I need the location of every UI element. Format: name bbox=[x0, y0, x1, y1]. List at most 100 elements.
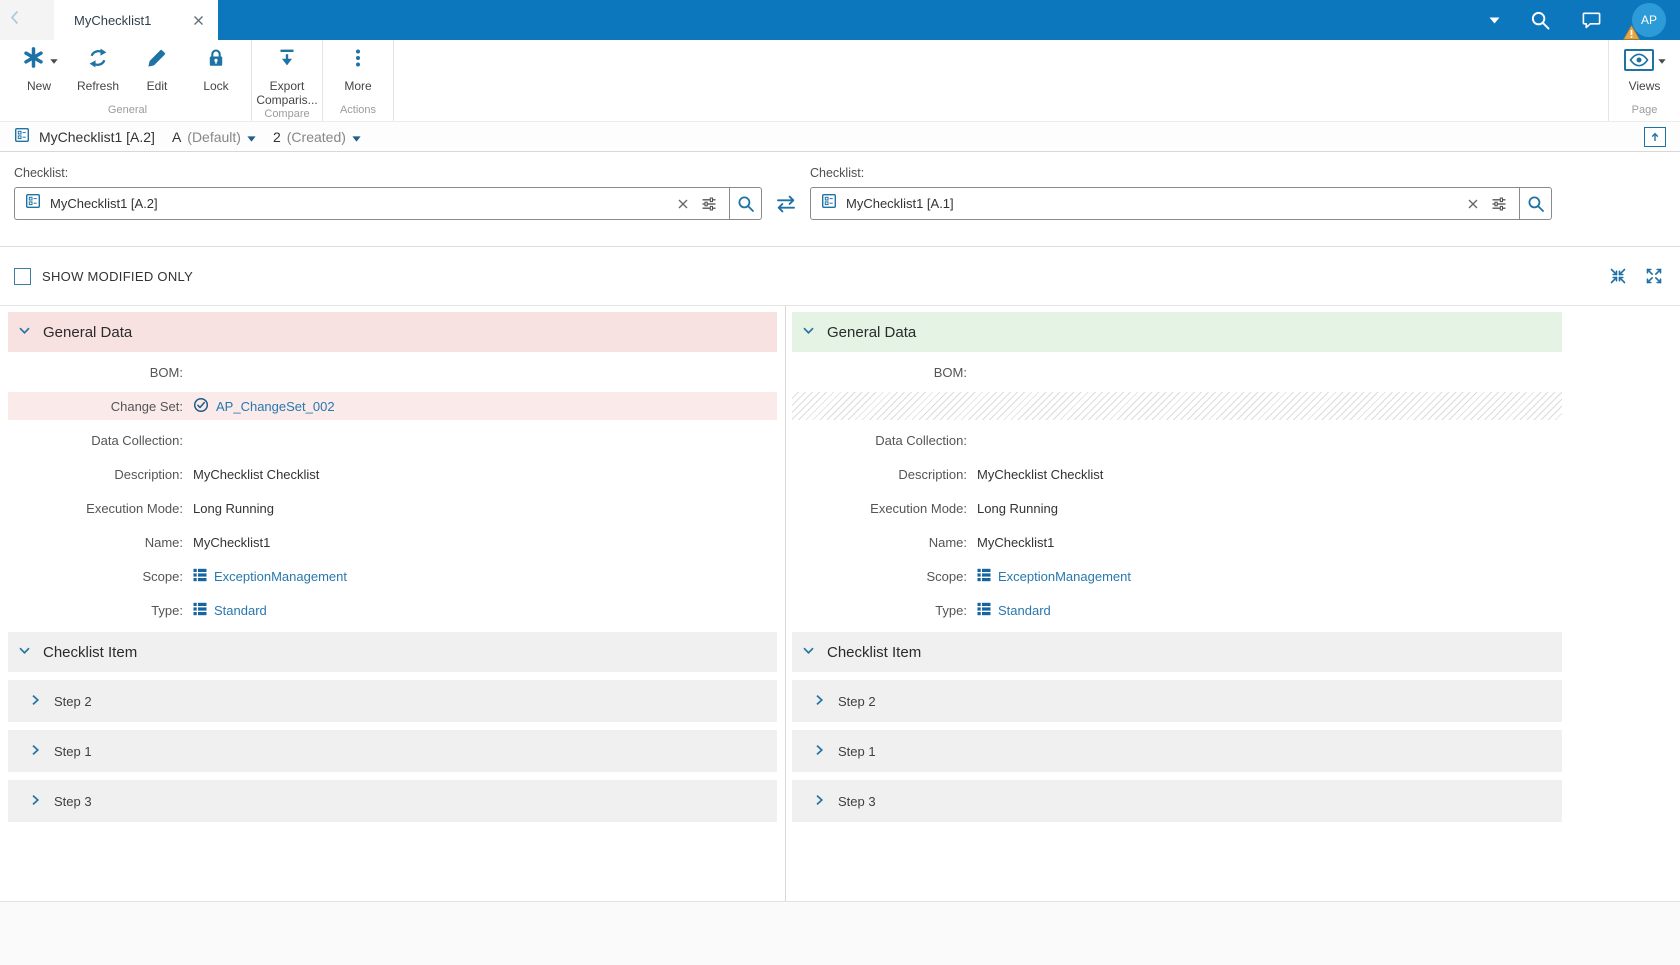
field-label: Type: bbox=[935, 602, 967, 618]
scope-link[interactable]: ExceptionManagement bbox=[998, 569, 1131, 584]
field-row-change-set: Change Set: AP_ChangeSet_002 bbox=[8, 392, 777, 420]
lock-button[interactable]: Lock bbox=[187, 47, 245, 94]
step-row[interactable]: Step 1 bbox=[792, 730, 1562, 772]
toolbar: New Refresh Edit Lock General Export Com… bbox=[0, 40, 1680, 122]
filter-sliders-icon[interactable] bbox=[699, 194, 719, 214]
section-header-checklist-item[interactable]: Checklist Item bbox=[792, 632, 1562, 672]
field-value: MyChecklist1 bbox=[977, 534, 1055, 550]
lock-icon bbox=[204, 46, 228, 75]
field-label: Name: bbox=[928, 534, 967, 550]
list-icon bbox=[193, 602, 207, 619]
chevron-down-icon bbox=[247, 129, 256, 145]
chevron-down-icon[interactable] bbox=[1489, 17, 1500, 24]
scope-link[interactable]: ExceptionManagement bbox=[214, 569, 347, 584]
version-selector[interactable]: 2 (Created) bbox=[273, 129, 361, 145]
step-row[interactable]: Step 3 bbox=[8, 780, 777, 822]
right-search-button[interactable] bbox=[1519, 187, 1552, 220]
clear-icon[interactable] bbox=[676, 197, 690, 211]
field-value: MyChecklist Checklist bbox=[977, 466, 1104, 482]
export-comparison-button[interactable]: Export Comparis... bbox=[256, 46, 318, 108]
right-checklist-label: Checklist: bbox=[810, 166, 865, 180]
step-row[interactable]: Step 1 bbox=[8, 730, 777, 772]
list-icon bbox=[977, 568, 991, 585]
field-label: Execution Mode: bbox=[86, 500, 183, 516]
field-label: Execution Mode: bbox=[870, 500, 967, 516]
field-row-type: Type: Standard bbox=[792, 596, 1562, 624]
history-back-button[interactable] bbox=[0, 0, 54, 40]
step-row[interactable]: Step 3 bbox=[792, 780, 1562, 822]
checklist-icon bbox=[25, 193, 41, 214]
top-bar-fill bbox=[218, 0, 1489, 40]
views-button[interactable]: Views bbox=[1616, 47, 1674, 94]
chevron-left-icon bbox=[10, 10, 19, 30]
field-label: Description: bbox=[898, 466, 967, 482]
field-row-scope: Scope: ExceptionManagement bbox=[8, 562, 777, 590]
checklist-icon bbox=[821, 193, 837, 214]
section-header-general-data[interactable]: General Data bbox=[792, 312, 1562, 352]
left-checklist-input[interactable]: MyChecklist1 [A.2] bbox=[14, 187, 730, 220]
right-comparison-panel: General Data BOM: Data Collection: Descr… bbox=[786, 306, 1680, 901]
field-label: Scope: bbox=[142, 568, 183, 584]
pencil-icon bbox=[145, 46, 169, 75]
section-header-checklist-item[interactable]: Checklist Item bbox=[8, 632, 777, 672]
section-header-general-data[interactable]: General Data bbox=[8, 312, 777, 352]
refresh-button[interactable]: Refresh bbox=[69, 47, 127, 94]
left-comparison-panel: General Data BOM: Change Set: AP_ChangeS… bbox=[0, 306, 786, 901]
right-checklist-input[interactable]: MyChecklist1 [A.1] bbox=[810, 187, 1520, 220]
released-check-icon bbox=[193, 397, 209, 416]
filter-row: SHOW MODIFIED ONLY bbox=[0, 247, 1680, 306]
avatar-initials: AP bbox=[1640, 13, 1657, 27]
toolbar-group-label-actions: Actions bbox=[339, 104, 377, 116]
collapse-header-button[interactable] bbox=[1644, 126, 1666, 147]
tab-close-icon[interactable] bbox=[189, 11, 208, 30]
filter-sliders-icon[interactable] bbox=[1489, 194, 1509, 214]
field-row-name: Name: MyChecklist1 bbox=[792, 528, 1562, 556]
chevron-right-icon bbox=[812, 793, 826, 810]
change-set-link[interactable]: AP_ChangeSet_002 bbox=[216, 399, 335, 414]
field-row-data-collection: Data Collection: bbox=[792, 426, 1562, 454]
toolbar-group-actions: More Actions bbox=[323, 40, 394, 121]
application-window: MyChecklist1 AP New Refresh Edit Lock Ge… bbox=[0, 0, 1680, 965]
show-modified-checkbox[interactable] bbox=[14, 267, 31, 285]
chevron-right-icon bbox=[812, 743, 826, 760]
toolbar-group-label-page: Page bbox=[1631, 104, 1658, 116]
chevron-right-icon bbox=[812, 693, 826, 710]
field-row-missing-change-set bbox=[792, 392, 1562, 420]
chevron-down-icon bbox=[17, 643, 32, 662]
type-link[interactable]: Standard bbox=[214, 603, 267, 618]
export-icon bbox=[275, 46, 299, 75]
field-label: Type: bbox=[151, 602, 183, 618]
tab-mychecklist1[interactable]: MyChecklist1 bbox=[54, 0, 218, 40]
top-bar-actions: AP bbox=[1489, 0, 1680, 40]
field-label: Name: bbox=[144, 534, 183, 550]
swap-comparison-button[interactable] bbox=[762, 187, 810, 220]
more-button[interactable]: More bbox=[329, 47, 387, 94]
more-vertical-icon bbox=[346, 46, 370, 75]
expand-all-icon[interactable] bbox=[1645, 267, 1663, 285]
step-row[interactable]: Step 2 bbox=[792, 680, 1562, 722]
collapse-all-icon[interactable] bbox=[1609, 267, 1627, 285]
left-checklist-value: MyChecklist1 [A.2] bbox=[50, 196, 158, 211]
new-button[interactable]: New bbox=[10, 47, 68, 94]
search-icon[interactable] bbox=[1530, 10, 1551, 31]
warning-badge-icon bbox=[1623, 24, 1640, 43]
top-bar: MyChecklist1 AP bbox=[0, 0, 1680, 40]
comparison-selector-area: Checklist: MyChecklist1 [A.2] Checklist:… bbox=[0, 152, 1680, 247]
left-checklist-label: Checklist: bbox=[14, 166, 69, 180]
clear-icon[interactable] bbox=[1466, 197, 1480, 211]
toolbar-group-compare: Export Comparis... Compare bbox=[252, 40, 323, 121]
revision-selector[interactable]: A (Default) bbox=[172, 129, 256, 145]
field-label: BOM: bbox=[933, 364, 967, 380]
edit-button[interactable]: Edit bbox=[128, 47, 186, 94]
field-label: Data Collection: bbox=[875, 432, 967, 448]
chat-icon[interactable] bbox=[1581, 10, 1602, 30]
field-label: Description: bbox=[114, 466, 183, 482]
avatar[interactable]: AP bbox=[1623, 3, 1666, 40]
left-search-button[interactable] bbox=[729, 187, 762, 220]
chevron-right-icon bbox=[28, 743, 42, 760]
type-link[interactable]: Standard bbox=[998, 603, 1051, 618]
step-row[interactable]: Step 2 bbox=[8, 680, 777, 722]
field-row-bom: BOM: bbox=[792, 358, 1562, 386]
field-row-execution-mode: Execution Mode: Long Running bbox=[792, 494, 1562, 522]
